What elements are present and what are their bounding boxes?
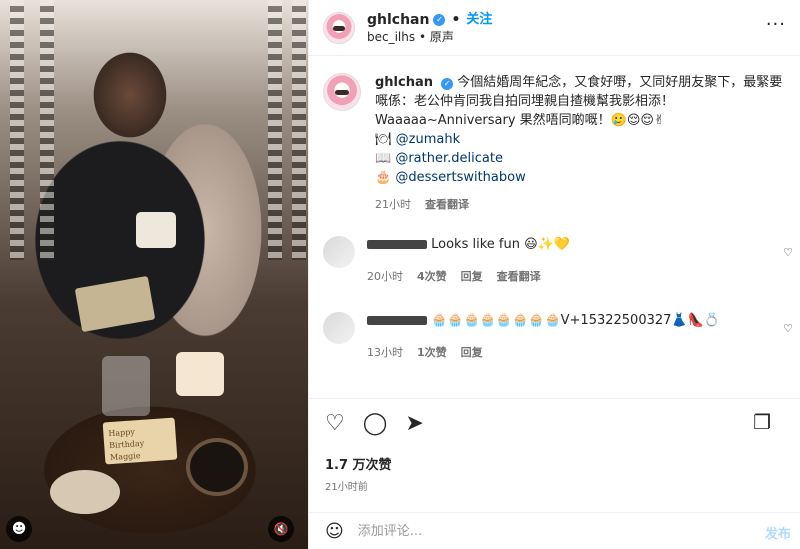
mention-link[interactable]: @rather.delicate — [395, 151, 503, 166]
plate-emoji: 🍽 — [375, 132, 392, 147]
comment-item: Looks like fun 😃✨💛 20小时 4次赞 回复 查看翻译 ♡ — [309, 236, 800, 286]
mention-line: 📖 @rather.delicate — [375, 149, 787, 168]
comment-time[interactable]: 20小时 — [367, 268, 403, 286]
comment-input[interactable] — [357, 523, 718, 539]
heart-icon[interactable]: ♡ — [325, 412, 345, 435]
emoji-picker-icon[interactable]: ☺ — [325, 521, 344, 542]
mention-line: 🎂 @dessertswithabow — [375, 168, 787, 187]
post-photo[interactable]: Happy Birthday Maggie ☻ 🔇 — [0, 0, 308, 549]
reply-button[interactable]: 回复 — [461, 268, 483, 286]
user-tag-icon[interactable]: ☻ — [6, 516, 32, 542]
separator-dot: • — [451, 11, 461, 28]
photo-bowl — [186, 438, 248, 496]
mention-link[interactable]: @dessertswithabow — [395, 170, 525, 185]
audio-label[interactable]: 原声 — [430, 30, 454, 44]
mute-icon[interactable]: 🔇 — [268, 516, 294, 542]
comment-likes[interactable]: 4次赞 — [417, 268, 447, 286]
reply-button[interactable]: 回复 — [461, 344, 483, 362]
caption: ghlchan ✓ 今個結婚周年紀念，又食好嘢，又同好朋友聚下，最緊要嘅係：老公… — [309, 57, 800, 214]
cake-emoji: 🎂 — [375, 170, 392, 185]
verified-icon: ✓ — [433, 13, 446, 26]
caption-avatar[interactable] — [323, 73, 361, 111]
redacted-username — [367, 316, 427, 325]
post-comment-button[interactable]: 发布 — [765, 523, 791, 542]
avatar[interactable] — [323, 11, 355, 44]
like-count[interactable]: 1.7 万次赞 — [325, 454, 392, 473]
comment-like-icon[interactable]: ♡ — [783, 246, 793, 259]
action-bar: ♡ ◯ ➤ ❐ — [309, 398, 800, 448]
commenter-avatar[interactable] — [323, 312, 355, 344]
post-header: ghlchan ✓ • 关注 bec_ilhs • 原声 ··· — [309, 0, 800, 56]
comment-icon[interactable]: ◯ — [363, 412, 388, 435]
separator-dot: • — [418, 29, 430, 44]
comment-like-icon[interactable]: ♡ — [783, 322, 793, 335]
comments-scroll-area[interactable]: ghlchan ✓ 今個結婚周年紀念，又食好嘢，又同好朋友聚下，最緊要嘅係：老公… — [309, 57, 800, 397]
comment-item: 🧁🧁🧁🧁🧁🧁🧁🧁V+15322500327👗👠💍 13小时 1次赞 回复 ♡ — [309, 312, 800, 362]
translate-button[interactable]: 查看翻译 — [497, 268, 541, 286]
photo-plate — [50, 470, 120, 514]
caption-time[interactable]: 21小时 — [375, 195, 411, 214]
post-time[interactable]: 21小时前 — [325, 478, 368, 493]
follow-button[interactable]: 关注 — [466, 11, 492, 29]
comment-text: 🧁🧁🧁🧁🧁🧁🧁🧁V+15322500327👗👠💍 — [431, 313, 720, 328]
photo-cake — [176, 352, 224, 396]
bookmark-icon[interactable]: ❐ — [753, 411, 771, 433]
verified-icon: ✓ — [441, 78, 454, 90]
more-options-icon[interactable]: ··· — [766, 14, 786, 35]
instagram-post: Happy Birthday Maggie ☻ 🔇 ghlchan ✓ • 关注… — [0, 0, 800, 549]
comment-bar: ☺ 发布 — [309, 512, 800, 549]
commenter-avatar[interactable] — [323, 236, 355, 268]
caption-text: 今個結婚周年紀念，又食好嘢，又同好朋友聚下，最緊要嘅係：老公仲肯同我自拍同埋親自… — [375, 75, 783, 128]
comment-likes[interactable]: 1次赞 — [417, 344, 447, 362]
header-username[interactable]: ghlchan — [367, 11, 429, 29]
book-emoji: 📖 — [375, 151, 392, 166]
photo-glass — [102, 356, 150, 416]
caption-username[interactable]: ghlchan — [375, 75, 433, 90]
mention-link[interactable]: @zumahk — [396, 132, 460, 147]
send-icon[interactable]: ➤ — [405, 412, 423, 435]
redacted-username — [367, 240, 427, 249]
photo-sign — [74, 275, 156, 333]
audio-user[interactable]: bec_ilhs — [367, 30, 415, 44]
mention-line: 🍽 @zumahk — [375, 130, 787, 149]
photo-birthday-card: Happy Birthday Maggie — [102, 417, 178, 465]
post-panel: ghlchan ✓ • 关注 bec_ilhs • 原声 ··· ghlchan… — [308, 0, 800, 549]
photo-cake-top — [136, 212, 176, 248]
comment-time[interactable]: 13小时 — [367, 344, 403, 362]
translate-button[interactable]: 查看翻译 — [425, 195, 469, 214]
comment-text: Looks like fun 😃✨💛 — [431, 237, 571, 252]
